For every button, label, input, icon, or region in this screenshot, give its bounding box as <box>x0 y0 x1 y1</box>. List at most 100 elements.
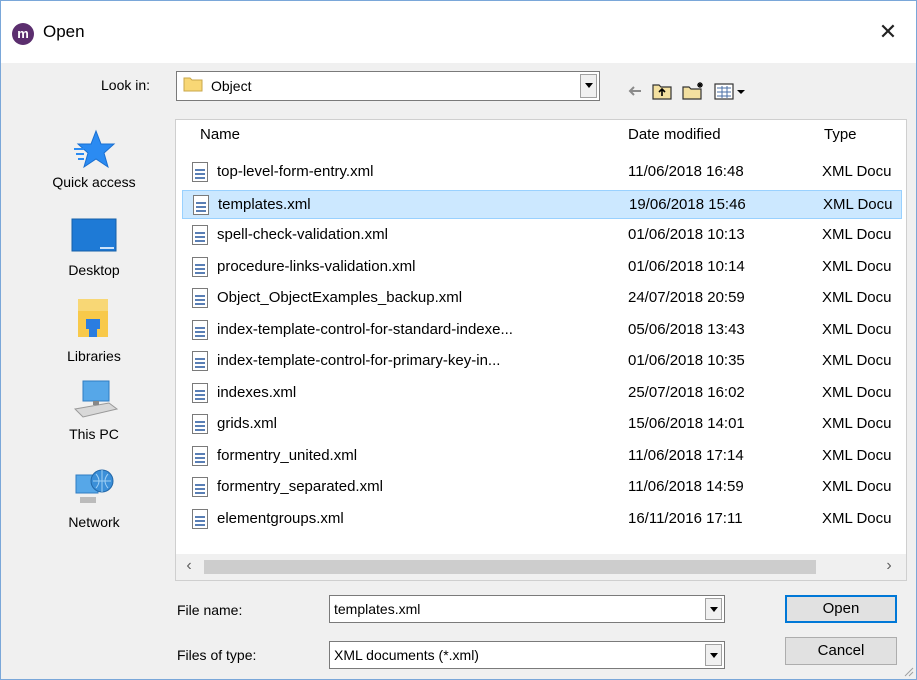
file-type-cell: XML Docu <box>823 195 893 213</box>
desktop-icon <box>71 218 117 252</box>
file-type-cell: XML Docu <box>822 226 892 243</box>
xml-file-icon <box>192 319 208 340</box>
up-folder-icon[interactable] <box>651 81 673 101</box>
table-row[interactable]: formentry_separated.xml 11/06/2018 14:59 X… <box>182 473 902 502</box>
file-date-cell: 11/06/2018 14:59 <box>628 478 744 495</box>
place-label: Libraries <box>67 348 121 364</box>
horizontal-scrollbar[interactable]: ‹ › <box>176 554 906 580</box>
table-row[interactable]: spell-check-validation.xml 01/06/2018 10:… <box>182 221 902 250</box>
scrollbar-thumb[interactable] <box>204 560 816 574</box>
place-quick-access[interactable]: Quick access <box>25 129 163 190</box>
open-dialog: m Open ✕ Look in: Object Quick access De… <box>0 0 917 680</box>
xml-file-icon <box>192 414 208 434</box>
look-in-value: Object <box>211 78 252 94</box>
file-name-cell: procedure-links-validation.xml <box>217 257 416 275</box>
resize-grip-icon[interactable] <box>902 665 914 677</box>
chevron-down-icon[interactable] <box>580 74 597 98</box>
file-type-dropdown[interactable]: XML documents (*.xml) <box>329 641 725 669</box>
table-row[interactable]: Object_ObjectExamples_backup.xml 24/07/20… <box>182 284 902 313</box>
xml-file-icon <box>192 162 208 182</box>
file-type-cell: XML Docu <box>822 257 892 275</box>
file-name-cell: top-level-form-entry.xml <box>217 163 374 180</box>
file-type-cell: XML Docu <box>822 509 892 527</box>
file-date-cell: 25/07/2018 16:02 <box>628 383 745 401</box>
xml-file-icon <box>192 445 208 466</box>
place-label: Desktop <box>68 262 120 278</box>
file-name-cell: formentry_united.xml <box>217 446 358 464</box>
file-date-cell: 24/07/2018 20:59 <box>628 289 745 306</box>
file-date-cell: 01/06/2018 10:14 <box>628 257 745 275</box>
file-type-value: XML documents (*.xml) <box>334 647 479 663</box>
xml-file-icon <box>192 351 208 371</box>
folder-icon <box>183 77 203 92</box>
file-name-label: File name: <box>177 602 243 618</box>
place-libraries[interactable]: Libraries <box>25 297 163 364</box>
place-desktop[interactable]: Desktop <box>25 217 163 278</box>
scroll-left-icon[interactable]: ‹ <box>180 557 198 575</box>
table-row[interactable]: grids.xml 15/06/2018 14:01 XML Docu <box>182 410 902 439</box>
look-in-dropdown[interactable]: Object <box>176 71 600 101</box>
back-arrow-icon[interactable] <box>625 81 645 101</box>
file-name-input[interactable]: templates.xml <box>329 595 725 623</box>
place-this-pc[interactable]: This PC <box>25 379 163 442</box>
place-network[interactable]: Network <box>25 467 163 530</box>
places-bar: Quick access Desktop Libraries This PC N… <box>25 121 163 551</box>
file-date-cell: 05/06/2018 13:43 <box>628 320 745 338</box>
table-row[interactable]: formentry_united.xml 11/06/2018 17:14 XML … <box>182 442 902 471</box>
file-date-cell: 01/06/2018 10:35 <box>628 352 745 369</box>
file-name-cell: indexes.xml <box>217 383 297 401</box>
file-date-cell: 11/06/2018 17:14 <box>628 446 744 464</box>
xml-file-icon <box>192 256 208 277</box>
cancel-button[interactable]: Cancel <box>785 637 897 665</box>
place-label: This PC <box>69 426 119 442</box>
look-in-label: Look in: <box>101 77 151 93</box>
file-type-cell: XML Docu <box>822 352 892 369</box>
window-title: Open <box>43 22 85 41</box>
table-row[interactable]: index-template-control-for-primary-key-i… <box>182 347 902 376</box>
file-date-cell: 16/11/2016 17:11 <box>628 509 743 527</box>
file-name-cell: index-template-control-for-standard-inde… <box>217 320 513 338</box>
file-type-cell: XML Docu <box>822 163 892 180</box>
open-button[interactable]: Open <box>785 595 897 623</box>
chevron-down-icon[interactable] <box>705 598 722 620</box>
xml-file-icon <box>193 194 209 215</box>
place-label: Quick access <box>52 174 136 190</box>
file-name-cell: Object_ObjectExamples_backup.xml <box>217 289 463 306</box>
scroll-right-icon[interactable]: › <box>880 557 898 575</box>
file-type-label: Files of type: <box>177 647 257 663</box>
file-list[interactable]: Name Date modified Type top-level-form-e… <box>175 119 907 581</box>
file-type-cell: XML Docu <box>822 478 892 495</box>
xml-file-icon <box>192 225 208 245</box>
file-name-cell: templates.xml <box>218 195 311 213</box>
table-row[interactable]: templates.xml 19/06/2018 15:46 XML Docu <box>182 189 902 219</box>
file-name-cell: spell-check-validation.xml <box>217 226 388 243</box>
table-row[interactable]: procedure-links-validation.xml 01/06/2018… <box>182 253 902 282</box>
xml-file-icon <box>192 477 208 497</box>
file-date-cell: 15/06/2018 14:01 <box>628 415 745 432</box>
view-menu-icon[interactable] <box>713 81 747 101</box>
file-name-value: templates.xml <box>334 601 421 617</box>
xml-file-icon <box>192 508 208 529</box>
table-row[interactable]: elementgroups.xml 16/11/2016 17:11 XML Doc… <box>182 505 902 534</box>
column-header-date[interactable]: Date modified <box>628 126 721 143</box>
file-type-cell: XML Docu <box>822 383 892 401</box>
xml-file-icon <box>192 382 208 403</box>
xml-file-icon <box>192 288 208 308</box>
column-header-type[interactable]: Type <box>824 126 857 143</box>
file-name-cell: elementgroups.xml <box>217 509 344 527</box>
file-date-cell: 19/06/2018 15:46 <box>629 195 746 213</box>
computer-icon <box>73 380 119 418</box>
close-button[interactable]: ✕ <box>874 18 902 46</box>
file-type-cell: XML Docu <box>822 320 892 338</box>
column-header-name[interactable]: Name <box>200 126 240 143</box>
table-row[interactable]: top-level-form-entry.xml 11/06/2018 16:48… <box>182 158 902 187</box>
table-row[interactable]: index-template-control-for-standard-inde… <box>182 316 902 345</box>
table-row[interactable]: indexes.xml 25/07/2018 16:02 XML Docu <box>182 379 902 408</box>
libraries-icon <box>78 299 108 337</box>
star-icon <box>74 129 116 169</box>
chevron-down-icon[interactable] <box>705 644 722 666</box>
title-bar[interactable]: m Open ✕ <box>1 1 916 63</box>
file-date-cell: 01/06/2018 10:13 <box>628 226 745 243</box>
new-folder-icon[interactable] <box>681 81 707 101</box>
file-type-cell: XML Docu <box>822 289 892 306</box>
